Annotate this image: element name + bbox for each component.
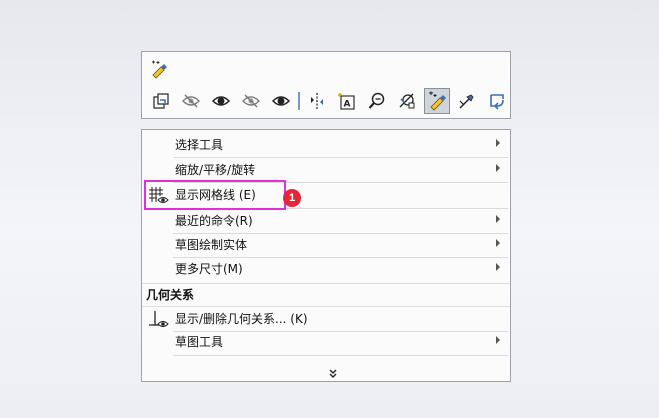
show-alt-button[interactable] — [268, 88, 294, 114]
menu-item-select-tools[interactable]: 选择工具 — [142, 133, 510, 157]
sketch-entity-pin-icon[interactable] — [149, 59, 169, 79]
menu-item-recent-commands[interactable]: 最近的命令(R) — [142, 209, 510, 233]
zoom-selection-icon — [368, 92, 385, 109]
menu-item-label: 缩放/平移/旋转 — [175, 163, 256, 177]
pencil-constraint-icon — [459, 94, 474, 109]
hide-alt-button[interactable] — [238, 88, 264, 114]
menu-item-label: 最近的命令(R) — [175, 214, 253, 228]
view-orientation-button[interactable] — [148, 88, 174, 114]
smart-dimension-note-icon: A — [338, 93, 355, 110]
menu-item-label: 更多尺寸(M) — [175, 262, 243, 276]
menu-item-sketch-entities[interactable]: 草图绘制实体 — [142, 233, 510, 257]
relation-eye-icon — [148, 309, 170, 329]
context-menu: 选择工具 缩放/平移/旋转 显示网格线 (E) 最近的命令(R) 草图绘制实体 … — [141, 129, 511, 382]
menu-item-display-delete-relations[interactable]: 显示/删除几何关系... (K) — [142, 307, 510, 331]
menu-item-label: 草图工具 — [175, 335, 224, 349]
menu-section-title: 几何关系 — [146, 288, 195, 302]
hide-icon — [182, 94, 200, 108]
view-orientation-icon — [153, 93, 169, 109]
zoom-selection-button[interactable] — [364, 88, 390, 114]
display-grid-icon — [429, 91, 446, 111]
mirror-entities-button[interactable] — [304, 88, 330, 114]
smart-dimension-note-button[interactable]: A — [334, 88, 360, 114]
double-chevron-down-icon[interactable] — [326, 365, 340, 378]
toolbar-separator — [298, 90, 300, 112]
pencil-constraint-button[interactable] — [454, 88, 480, 114]
mirror-entities-icon — [311, 93, 323, 109]
menu-item-more-dimensions[interactable]: 更多尺寸(M) — [142, 257, 510, 281]
menu-divider — [173, 355, 508, 356]
submenu-arrow-icon — [496, 215, 500, 223]
menu-item-label: 选择工具 — [175, 138, 224, 152]
submenu-arrow-icon — [496, 164, 500, 172]
context-toolbar: A — [141, 51, 511, 119]
hide-alt-icon — [242, 94, 260, 108]
show-alt-icon — [271, 96, 291, 106]
show-button[interactable] — [208, 88, 234, 114]
menu-item-label: 显示/删除几何关系... (K) — [175, 312, 308, 326]
toolbar-row: A — [148, 88, 514, 114]
submenu-arrow-icon — [496, 239, 500, 247]
submenu-arrow-icon — [496, 263, 500, 271]
svg-text:A: A — [344, 100, 351, 110]
sketch-relations-icon — [399, 93, 415, 109]
highlight-box — [144, 180, 286, 210]
exit-sketch-icon — [490, 94, 504, 110]
submenu-arrow-icon — [496, 139, 500, 147]
menu-item-sketch-tools[interactable]: 草图工具 — [142, 330, 510, 354]
submenu-arrow-icon — [496, 336, 500, 344]
sketch-relations-button[interactable] — [394, 88, 420, 114]
callout-badge: 1 — [283, 189, 301, 207]
menu-item-zoom-pan-rotate[interactable]: 缩放/平移/旋转 — [142, 158, 510, 182]
menu-item-label: 草图绘制实体 — [175, 238, 248, 252]
show-icon — [211, 96, 231, 106]
hide-button[interactable] — [178, 88, 204, 114]
display-grid-button[interactable] — [424, 88, 450, 114]
exit-sketch-button[interactable] — [484, 88, 510, 114]
menu-section-divider — [142, 283, 510, 284]
